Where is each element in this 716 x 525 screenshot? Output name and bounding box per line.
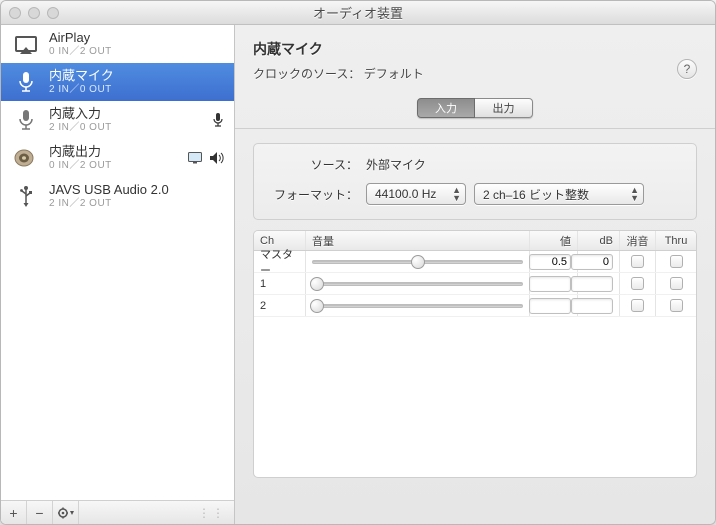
device-io: 0 IN／2 OUT: [49, 160, 112, 172]
sidebar-footer: + − ⋮⋮: [1, 500, 234, 524]
channel-row-2: 2: [254, 295, 696, 317]
db-field[interactable]: [571, 254, 613, 270]
help-button[interactable]: ?: [677, 59, 697, 79]
device-io: 0 IN／2 OUT: [49, 46, 112, 58]
value-field[interactable]: [529, 276, 571, 292]
stepper-arrows-icon: ▲▼: [452, 186, 461, 202]
airplay-icon: [13, 33, 39, 55]
volume-slider[interactable]: [312, 304, 523, 308]
clock-source-label: クロックのソース：: [253, 67, 360, 81]
tab-output[interactable]: 出力: [475, 98, 533, 118]
mute-checkbox[interactable]: [631, 277, 644, 290]
mute-checkbox[interactable]: [631, 255, 644, 268]
usb-icon: [13, 185, 39, 207]
device-name: 内蔵出力: [49, 145, 112, 160]
bit-format-select[interactable]: 2 ch–16 ビット整数 ▲▼: [474, 183, 644, 205]
sample-rate-value: 44100.0 Hz: [375, 187, 436, 201]
device-header: 内蔵マイク クロックのソース： デフォルト ?: [235, 25, 715, 92]
channel-label: 1: [254, 273, 306, 294]
col-volume: 音量: [306, 231, 530, 250]
device-item-internal-mic[interactable]: 内蔵マイク 2 IN／0 OUT: [1, 63, 234, 101]
stepper-arrows-icon: ▲▼: [630, 186, 639, 202]
device-item-internal-input[interactable]: 内蔵入力 2 IN／0 OUT: [1, 101, 234, 139]
device-io: 2 IN／0 OUT: [49, 84, 114, 96]
device-name: 内蔵入力: [49, 107, 112, 122]
display-output-icon: [188, 152, 204, 164]
tab-input[interactable]: 入力: [417, 98, 475, 118]
thru-checkbox[interactable]: [670, 299, 683, 312]
settings-menu-button[interactable]: [53, 501, 79, 524]
device-item-internal-output[interactable]: 内蔵出力 0 IN／2 OUT: [1, 139, 234, 177]
bit-format-value: 2 ch–16 ビット整数: [483, 186, 589, 203]
col-db: dB: [578, 231, 620, 250]
device-io: 2 IN／0 OUT: [49, 122, 112, 134]
speaker-icon: [13, 147, 39, 169]
value-field[interactable]: [529, 298, 571, 314]
device-name: AirPlay: [49, 31, 112, 46]
source-label: ソース：: [268, 156, 358, 173]
channel-row-master: マスター: [254, 251, 696, 273]
remove-button[interactable]: −: [27, 501, 53, 524]
input-indicator-icon: [212, 112, 224, 128]
volume-slider[interactable]: [312, 260, 523, 264]
resize-grip-icon[interactable]: ⋮⋮: [198, 506, 234, 520]
device-item-usb-audio[interactable]: JAVS USB Audio 2.0 2 IN／2 OUT: [1, 177, 234, 215]
window-title: オーディオ装置: [1, 3, 715, 22]
col-value: 値: [530, 231, 578, 250]
col-mute: 消音: [620, 231, 656, 250]
channel-row-1: 1: [254, 273, 696, 295]
table-header: Ch 音量 値 dB 消音 Thru: [254, 231, 696, 251]
thru-checkbox[interactable]: [670, 277, 683, 290]
audio-devices-window: オーディオ装置 AirPlay 0 IN／2 OUT 内蔵マイク: [0, 0, 716, 525]
db-field[interactable]: [571, 276, 613, 292]
channel-table: Ch 音量 値 dB 消音 Thru マスター: [253, 230, 697, 478]
device-sidebar: AirPlay 0 IN／2 OUT 内蔵マイク 2 IN／0 OUT: [1, 25, 235, 524]
device-io: 2 IN／2 OUT: [49, 198, 169, 210]
format-group: ソース： 外部マイク フォーマット： 44100.0 Hz ▲▼ 2 ch–16…: [253, 143, 697, 220]
source-value: 外部マイク: [366, 156, 426, 173]
main-panel: 内蔵マイク クロックのソース： デフォルト ? 入力 出力 ソース：: [235, 25, 715, 524]
clock-source-value: デフォルト: [364, 67, 424, 81]
format-label: フォーマット：: [268, 186, 358, 203]
add-button[interactable]: +: [1, 501, 27, 524]
io-tabs: 入力 出力: [235, 92, 715, 129]
volume-slider[interactable]: [312, 282, 523, 286]
sound-output-icon: [210, 152, 224, 164]
db-field[interactable]: [571, 298, 613, 314]
device-name: JAVS USB Audio 2.0: [49, 183, 169, 198]
device-name: 内蔵マイク: [49, 69, 114, 84]
titlebar[interactable]: オーディオ装置: [1, 1, 715, 25]
device-title: 内蔵マイク: [253, 39, 697, 59]
channel-label: 2: [254, 295, 306, 316]
channel-label: マスター: [254, 251, 306, 272]
sample-rate-select[interactable]: 44100.0 Hz ▲▼: [366, 183, 466, 205]
value-field[interactable]: [529, 254, 571, 270]
col-thru: Thru: [656, 231, 696, 250]
device-item-airplay[interactable]: AirPlay 0 IN／2 OUT: [1, 25, 234, 63]
microphone-icon: [13, 71, 39, 93]
thru-checkbox[interactable]: [670, 255, 683, 268]
device-list: AirPlay 0 IN／2 OUT 内蔵マイク 2 IN／0 OUT: [1, 25, 234, 500]
mute-checkbox[interactable]: [631, 299, 644, 312]
microphone-icon: [13, 109, 39, 131]
